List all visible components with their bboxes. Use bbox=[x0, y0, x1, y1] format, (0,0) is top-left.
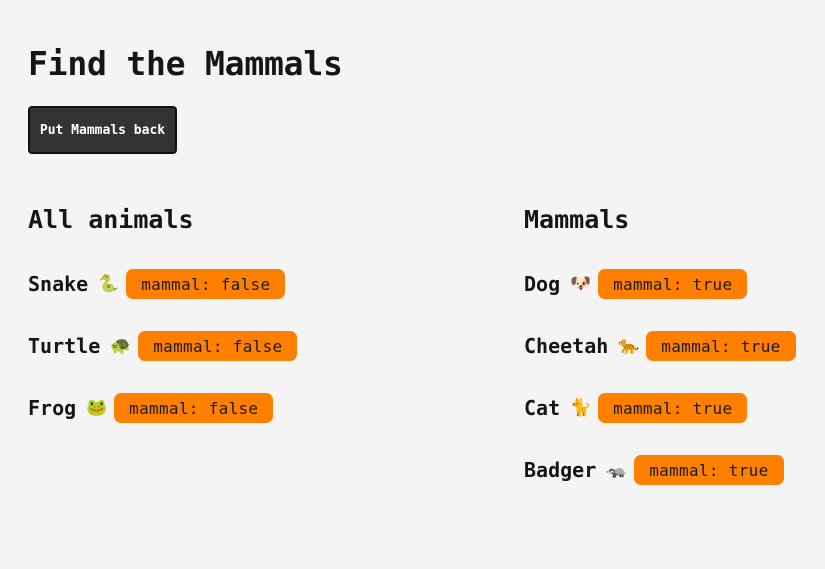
badge-key: mammal: bbox=[661, 336, 731, 356]
all-animals-heading: All animals bbox=[28, 205, 194, 234]
mammal-badge: mammal: true bbox=[598, 393, 748, 423]
badge-value: true bbox=[692, 398, 733, 418]
mammal-badge: mammal: false bbox=[126, 269, 286, 299]
animal-name: Badger bbox=[524, 458, 597, 482]
badger-icon: 🦡 bbox=[606, 460, 628, 480]
animal-item[interactable]: Cheetah 🐆 mammal: true bbox=[524, 331, 796, 361]
mammal-badge: mammal: true bbox=[634, 455, 784, 485]
all-animals-column: All animals Snake 🐍 mammal: false Turtle … bbox=[28, 203, 458, 423]
mammal-badge: mammal: false bbox=[138, 331, 298, 361]
dog-icon: 🐶 bbox=[570, 274, 592, 294]
animal-item[interactable]: Snake 🐍 mammal: false bbox=[28, 269, 297, 299]
page: Find the Mammals Put Mammals back All an… bbox=[0, 0, 825, 569]
page-title: Find the Mammals bbox=[28, 44, 343, 83]
animal-name: Turtle bbox=[28, 334, 101, 358]
badge-value: false bbox=[208, 398, 259, 418]
animal-name: Snake bbox=[28, 272, 89, 296]
cat-icon: 🐈 bbox=[570, 398, 592, 418]
badge-value: true bbox=[692, 274, 733, 294]
mammal-badge: mammal: true bbox=[646, 331, 796, 361]
animal-item[interactable]: Frog 🐸 mammal: false bbox=[28, 393, 297, 423]
animal-item[interactable]: Badger 🦡 mammal: true bbox=[524, 455, 796, 485]
snake-icon: 🐍 bbox=[98, 274, 120, 294]
animal-name: Frog bbox=[28, 396, 77, 420]
animal-name: Cat bbox=[524, 396, 561, 420]
badge-value: false bbox=[232, 336, 283, 356]
animal-name: Dog bbox=[524, 272, 561, 296]
mammals-column: Mammals Dog 🐶 mammal: true Cheetah 🐆 mamm… bbox=[524, 203, 819, 485]
mammal-badge: mammal: false bbox=[114, 393, 274, 423]
badge-key: mammal: bbox=[613, 274, 683, 294]
badge-key: mammal: bbox=[649, 460, 719, 480]
turtle-icon: 🐢 bbox=[110, 336, 132, 356]
animal-item[interactable]: Turtle 🐢 mammal: false bbox=[28, 331, 298, 361]
badge-value: false bbox=[220, 274, 271, 294]
mammals-list: Dog 🐶 mammal: true Cheetah 🐆 mammal: true … bbox=[524, 269, 796, 517]
mammal-badge: mammal: true bbox=[598, 269, 748, 299]
frog-icon: 🐸 bbox=[86, 398, 108, 418]
animal-name: Cheetah bbox=[524, 334, 609, 358]
badge-value: true bbox=[740, 336, 781, 356]
badge-key: mammal: bbox=[613, 398, 683, 418]
put-mammals-back-button[interactable]: Put Mammals back bbox=[28, 106, 177, 154]
badge-key: mammal: bbox=[129, 398, 199, 418]
badge-key: mammal: bbox=[153, 336, 223, 356]
badge-value: true bbox=[728, 460, 769, 480]
all-animals-list: Snake 🐍 mammal: false Turtle 🐢 mammal: fal… bbox=[28, 269, 298, 455]
cheetah-icon: 🐆 bbox=[618, 336, 640, 356]
animal-item[interactable]: Dog 🐶 mammal: true bbox=[524, 269, 796, 299]
animal-item[interactable]: Cat 🐈 mammal: true bbox=[524, 393, 796, 423]
badge-key: mammal: bbox=[141, 274, 211, 294]
mammals-heading: Mammals bbox=[524, 205, 630, 234]
